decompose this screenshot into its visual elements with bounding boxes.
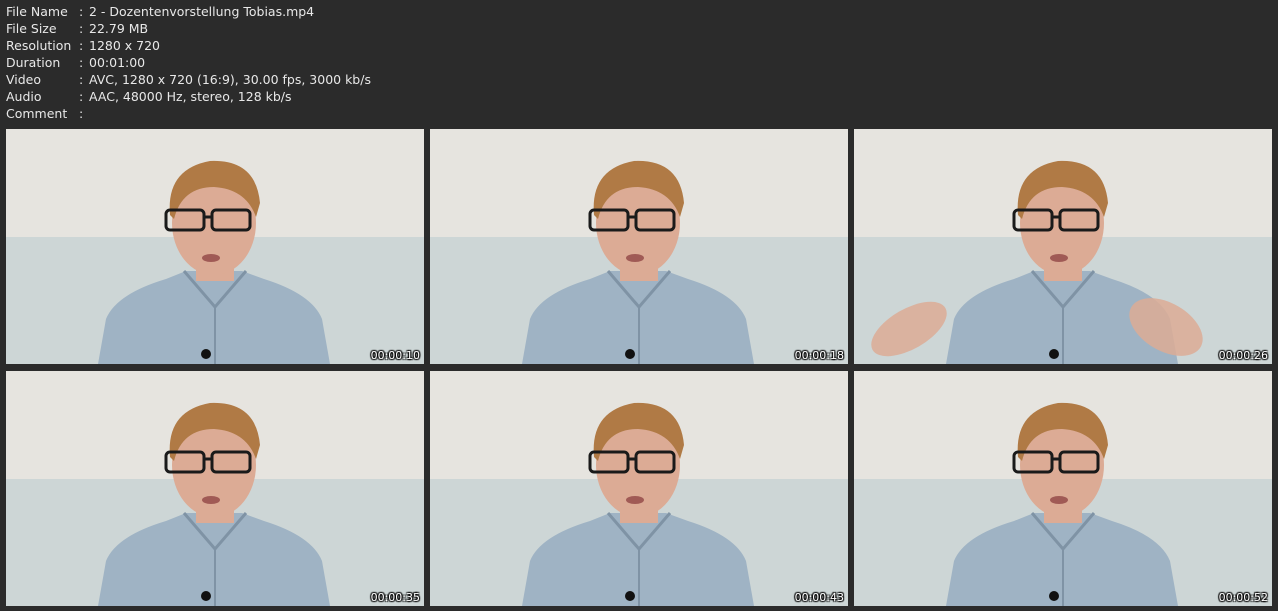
media-info-panel: File Name : 2 - Dozentenvorstellung Tobi… [6,3,371,122]
timestamp: 00:00:18 [794,349,844,362]
frame-image [430,129,848,364]
info-row-file-name: File Name : 2 - Dozentenvorstellung Tobi… [6,3,371,20]
info-label: Duration [6,55,61,70]
frame-image [6,371,424,606]
info-label: File Name [6,4,68,19]
timestamp: 00:00:35 [370,591,420,604]
video-thumbnail[interactable]: 00:00:18 [430,129,848,364]
info-label: File Size [6,21,57,36]
frame-image [854,129,1272,364]
video-thumbnail[interactable]: 00:00:43 [430,371,848,606]
info-separator: : [79,55,84,70]
info-label: Video [6,72,42,87]
info-separator: : [79,89,84,104]
timestamp: 00:00:52 [1218,591,1268,604]
info-value: AVC, 1280 x 720 (16:9), 30.00 fps, 3000 … [89,72,371,87]
timestamp: 00:00:43 [794,591,844,604]
timestamp: 00:00:10 [370,349,420,362]
info-label: Resolution [6,38,72,53]
video-thumbnail[interactable]: 00:00:26 [854,129,1272,364]
video-thumbnail[interactable]: 00:00:10 [6,129,424,364]
frame-image [854,371,1272,606]
video-thumbnail[interactable]: 00:00:35 [6,371,424,606]
info-value: 22.79 MB [89,21,149,36]
info-separator: : [79,106,84,121]
frame-image [430,371,848,606]
info-row-file-size: File Size : 22.79 MB [6,20,371,37]
info-separator: : [79,38,84,53]
info-label: Comment [6,106,68,121]
info-separator: : [79,4,84,19]
timestamp: 00:00:26 [1218,349,1268,362]
info-row-audio: Audio : AAC, 48000 Hz, stereo, 128 kb/s [6,88,371,105]
info-row-duration: Duration : 00:01:00 [6,54,371,71]
info-row-video: Video : AVC, 1280 x 720 (16:9), 30.00 fp… [6,71,371,88]
info-row-comment: Comment : [6,105,371,122]
info-label: Audio [6,89,42,104]
video-thumbnail[interactable]: 00:00:52 [854,371,1272,606]
info-separator: : [79,21,84,36]
info-value: 1280 x 720 [89,38,161,53]
info-value: AAC, 48000 Hz, stereo, 128 kb/s [89,89,292,104]
info-value: 2 - Dozentenvorstellung Tobias.mp4 [89,4,315,19]
thumbnail-grid: 00:00:10 00:00:18 00:00:26 00:00:35 00:0… [6,129,1272,606]
frame-image [6,129,424,364]
info-value: 00:01:00 [89,55,146,70]
info-separator: : [79,72,84,87]
info-row-resolution: Resolution : 1280 x 720 [6,37,371,54]
